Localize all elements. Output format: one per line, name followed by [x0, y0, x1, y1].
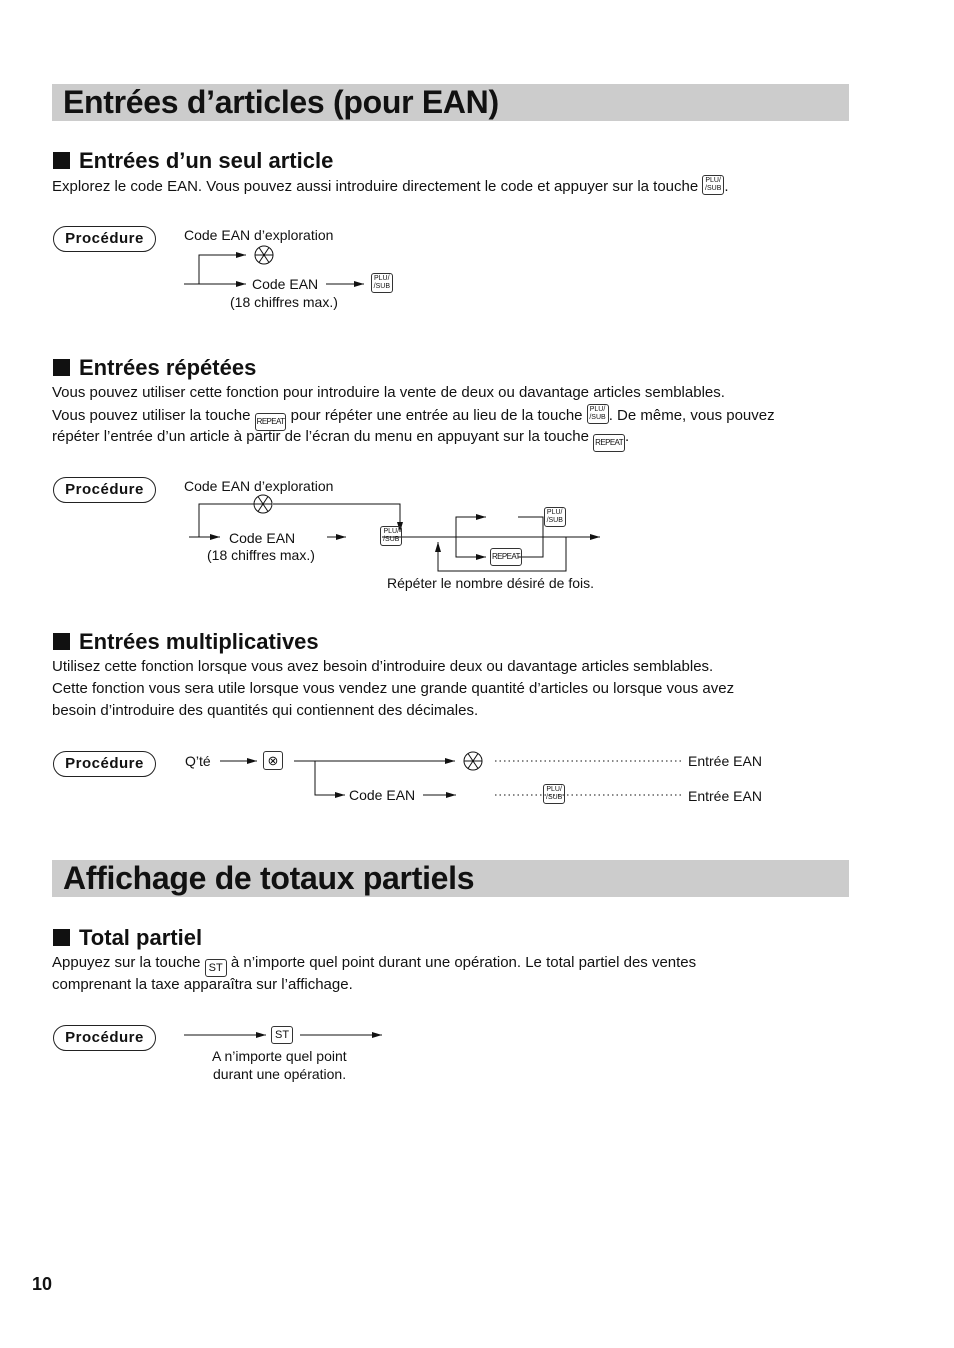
square-bullet-icon [53, 633, 70, 650]
subsection-heading-multiply: Entrées multiplicatives [53, 629, 319, 655]
subsection-heading-subtotal: Total partiel [53, 925, 202, 951]
subtotal-note: durant une opération. [213, 1066, 347, 1082]
plu-sub-key-icon: PLU//SUB [586, 404, 609, 424]
square-bullet-icon [53, 359, 70, 376]
code-ean-label: Code EAN [349, 787, 416, 803]
plu-sub-key-icon: PLU//SUB [543, 784, 566, 804]
qty-label: Q’té [185, 753, 211, 769]
digits-label: (18 chiffres max.) [207, 547, 315, 563]
subtotal-note: A n’importe quel point [212, 1048, 347, 1064]
page-number: 10 [32, 1274, 53, 1294]
plu-sub-key-icon: PLU//SUB [380, 526, 403, 546]
section-title: Affichage de totaux partiels [63, 860, 475, 896]
multiply-key-icon: ⊗ [263, 751, 283, 770]
result-ean-entry: Entrée EAN [688, 753, 762, 769]
scan-label: Code EAN d’exploration [184, 478, 334, 494]
subsection-heading-repeat: Entrées répétées [53, 355, 256, 381]
procedure-badge: Procédure [53, 477, 156, 503]
procedure-badge: Procédure [53, 751, 156, 777]
repeat-note: Répéter le nombre désiré de fois. [387, 575, 594, 591]
paragraph-repeat: Vous pouvez utiliser cette fonction pour… [52, 382, 775, 452]
paragraph-subtotal: Appuyez sur la touche ST à n’importe que… [52, 954, 697, 993]
scanner-icon [253, 494, 273, 514]
scanner-icon [463, 751, 483, 771]
repeat-key-icon: REPEAT [593, 434, 625, 452]
diagram-multiply [220, 758, 683, 798]
plu-sub-key-icon: PLU//SUB [543, 507, 566, 527]
code-ean-label: Code EAN [229, 530, 296, 546]
scanner-icon [254, 245, 274, 265]
diagram-single [184, 252, 364, 287]
square-bullet-icon [53, 929, 70, 946]
st-key-icon: ST [271, 1026, 294, 1044]
repeat-key-icon: REPEAT [490, 548, 522, 566]
section-title-bar: Affichage de totaux partiels [52, 860, 849, 897]
procedure-badge: Procédure [53, 1025, 156, 1051]
paragraph-multiply: Utilisez cette fonction lorsque vous ave… [52, 658, 735, 719]
result-ean-entry: Entrée EAN [688, 788, 762, 804]
